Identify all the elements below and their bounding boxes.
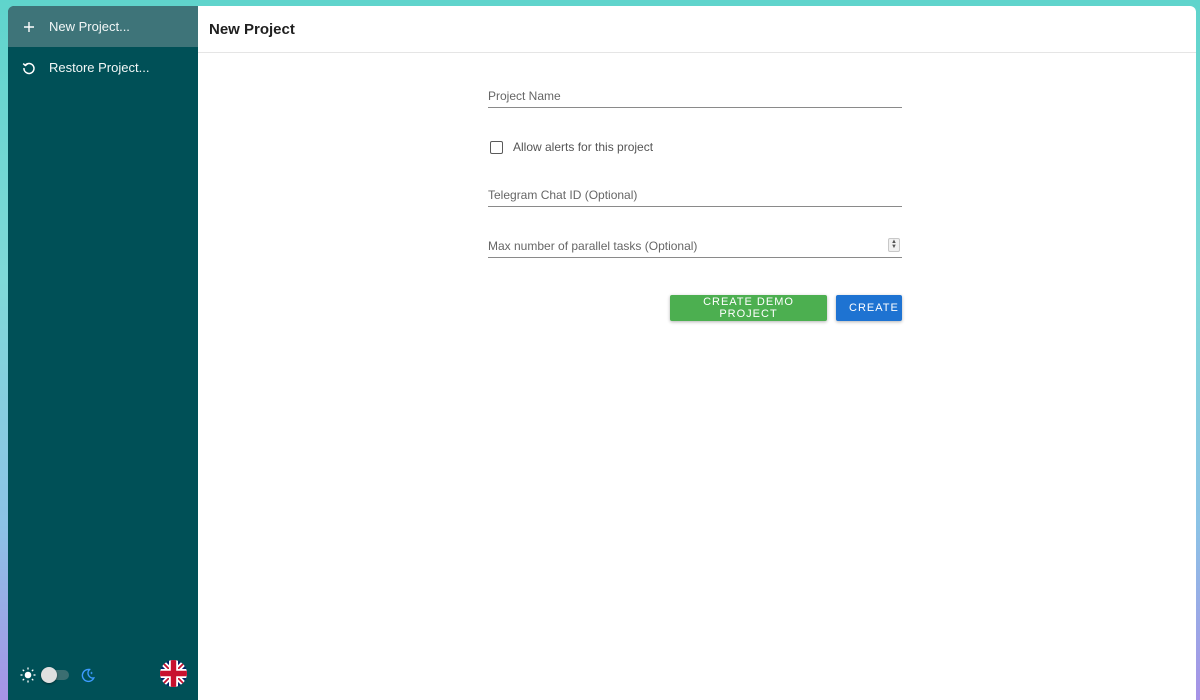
number-spinner[interactable]: ▲ ▼ — [888, 238, 900, 252]
sun-icon — [20, 667, 36, 683]
sidebar-item-label: New Project... — [49, 19, 130, 34]
sidebar-item-restore-project[interactable]: Restore Project... — [8, 47, 198, 88]
chevron-down-icon[interactable]: ▼ — [891, 244, 897, 250]
telegram-chat-id-input[interactable] — [488, 185, 878, 205]
allow-alerts-checkbox[interactable] — [490, 140, 503, 154]
sidebar-footer — [8, 660, 198, 690]
restore-icon — [22, 61, 36, 75]
sidebar: New Project... Restore Project... — [8, 6, 198, 700]
app-window: New Project... Restore Project... New Pr… — [8, 6, 1196, 700]
create-demo-project-button[interactable]: CREATE DEMO PROJECT — [670, 295, 827, 321]
max-parallel-tasks-field: ▲ ▼ — [488, 236, 902, 258]
plus-icon — [22, 20, 36, 34]
telegram-chat-id-field — [488, 185, 902, 207]
moon-icon — [80, 668, 95, 683]
sidebar-item-label: Restore Project... — [49, 60, 150, 75]
project-name-input[interactable] — [488, 86, 878, 106]
theme-toggle-knob — [41, 667, 57, 683]
sidebar-item-new-project[interactable]: New Project... — [8, 6, 198, 47]
theme-toggle[interactable] — [41, 667, 69, 683]
create-button[interactable]: CREATE — [836, 295, 902, 321]
page-header: New Project — [198, 6, 1196, 53]
max-parallel-tasks-input[interactable] — [488, 236, 878, 256]
uk-flag-icon[interactable] — [160, 660, 187, 687]
page-title: New Project — [209, 20, 295, 38]
allow-alerts-label: Allow alerts for this project — [513, 140, 654, 154]
allow-alerts-row[interactable]: Allow alerts for this project — [488, 140, 653, 154]
main-content: New Project Allow alerts for this projec… — [198, 6, 1196, 700]
project-name-field — [488, 86, 902, 108]
form-actions: CREATE DEMO PROJECT CREATE — [670, 295, 902, 321]
